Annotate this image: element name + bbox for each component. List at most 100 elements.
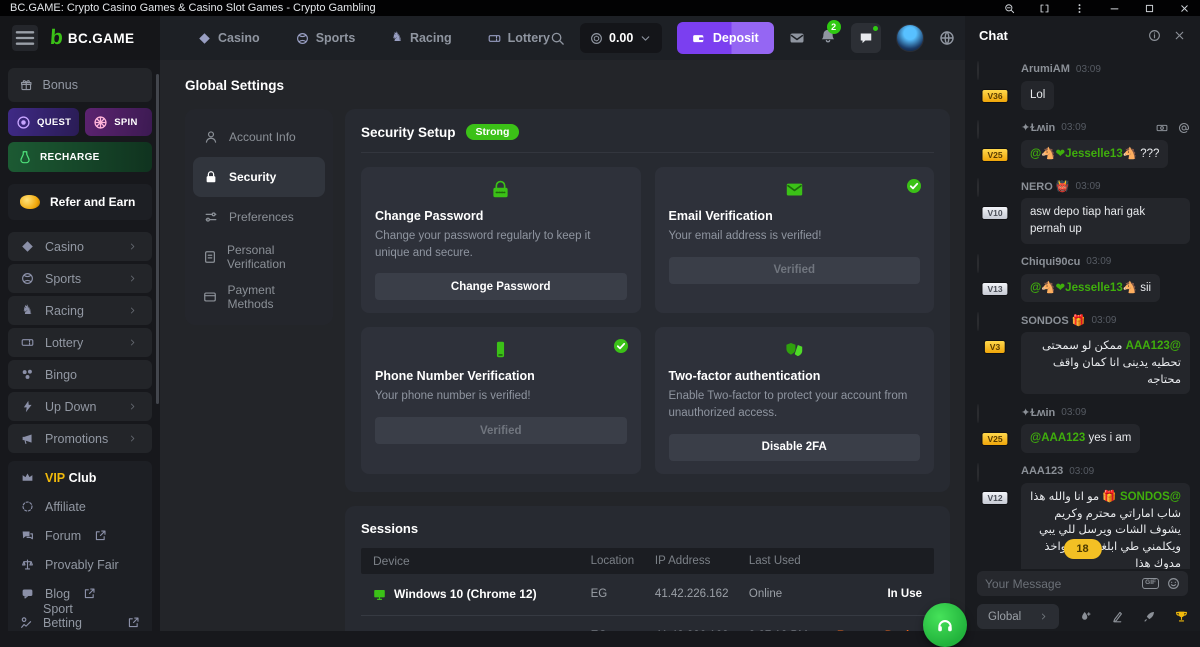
chat-channel-selector[interactable]: Global [977, 604, 1059, 629]
rain-tip-icon[interactable] [1079, 610, 1092, 623]
user-avatar[interactable] [896, 24, 924, 52]
sidebar-item-promotions[interactable]: Promotions [8, 424, 152, 453]
maximize-icon[interactable] [1144, 3, 1155, 14]
sidebar-item-up-down[interactable]: Up Down [8, 392, 152, 421]
sessions-panel: Sessions DeviceLocationIP AddressLast Us… [345, 506, 950, 631]
search-icon[interactable] [550, 31, 565, 46]
chat-username[interactable]: NERO 👹 [1021, 180, 1070, 193]
rocket-icon[interactable] [1143, 610, 1156, 623]
avatar[interactable] [977, 254, 979, 273]
card-action-button[interactable]: Change Password [375, 273, 627, 300]
close-window-icon[interactable] [1179, 3, 1190, 14]
quest-button[interactable]: QUEST [8, 108, 79, 136]
sidebar-item-refer-and-earn[interactable]: Refer and Earn [8, 184, 152, 220]
language-globe-icon[interactable] [939, 30, 955, 46]
bcgame-logo[interactable]: b BC.GAME [50, 26, 134, 50]
sports-icon [20, 272, 35, 285]
nav-link-sports[interactable]: Sports [296, 31, 356, 45]
gif-icon[interactable]: GIF [1142, 578, 1159, 589]
chat-username[interactable]: Chiqui90cu [1021, 256, 1080, 268]
card-title: Email Verification [669, 209, 921, 223]
sidebar-item-club[interactable]: VIP Club [8, 463, 152, 492]
sidebar-scrollbar[interactable] [156, 74, 159, 404]
chat-mention[interactable]: @🐴❤Jesselle13🐴 [1030, 282, 1137, 294]
headset-icon [936, 616, 954, 634]
chat-mention[interactable]: @AAA123 [1030, 432, 1085, 444]
sidebar-item-bingo[interactable]: Bingo [8, 360, 152, 389]
notifications-bell[interactable]: 2 [820, 28, 836, 49]
minimize-icon[interactable] [1109, 3, 1120, 14]
chat-input-box[interactable]: GIF [977, 571, 1188, 596]
security-setup-title: Security Setup [361, 125, 456, 140]
sidebar-item-sport-betting-insig-[interactable]: Sport Betting Insig... [8, 608, 152, 631]
avatar[interactable] [977, 312, 979, 331]
avatar[interactable] [977, 404, 979, 423]
chat-username[interactable]: ✦Ɫʍin [1021, 406, 1055, 419]
recharge-button[interactable]: RECHARGE [8, 142, 152, 172]
card-action-button[interactable]: Verified [375, 417, 627, 444]
sidebar-item-affiliate[interactable]: Affiliate [8, 492, 152, 521]
document-icon [203, 250, 217, 264]
settings-tab-account-info[interactable]: Account Info [193, 117, 325, 157]
sidebar-item-label: Provably Fair [45, 558, 119, 572]
chat-message: V25 ✦Ɫʍin 03:09 @🐴❤Jesselle13🐴 ??? [977, 121, 1190, 169]
close-chat-icon[interactable] [1173, 29, 1186, 42]
chat-mention[interactable]: @🐴❤Jesselle13🐴 [1030, 148, 1137, 160]
rules-icon[interactable] [1111, 610, 1124, 623]
sidebar-item-casino[interactable]: Casino [8, 232, 152, 261]
info-icon[interactable] [1148, 29, 1161, 42]
chat-username[interactable]: ✦Ɫʍin [1021, 121, 1055, 134]
chat-bottom-bar: Global [977, 604, 1188, 629]
chat-username[interactable]: SONDOS 🎁 [1021, 314, 1085, 327]
nav-link-lottery[interactable]: Lottery [488, 31, 550, 45]
external-link-icon [127, 616, 140, 629]
sidebar-item-lottery[interactable]: Lottery [8, 328, 152, 357]
trophy-icon[interactable] [1175, 610, 1188, 623]
deposit-button[interactable]: Deposit [677, 22, 773, 54]
nav-link-racing[interactable]: ♞Racing [391, 31, 451, 45]
sidebar-item-bonus[interactable]: Bonus [8, 68, 152, 102]
channel-label: Global [988, 611, 1021, 623]
sidebar-item-forum[interactable]: Forum [8, 521, 152, 550]
payment-icon [203, 290, 217, 304]
settings-tab-personal-verification[interactable]: Personal Verification [193, 237, 325, 277]
settings-tab-payment-methods[interactable]: Payment Methods [193, 277, 325, 317]
avatar[interactable] [977, 61, 979, 80]
zoom-out-icon[interactable] [1004, 3, 1015, 14]
gift-icon [20, 79, 33, 92]
forum-icon [20, 529, 35, 542]
avatar[interactable] [977, 120, 979, 139]
nav-link-casino[interactable]: Casino [198, 31, 260, 45]
vip-level-badge: V12 [981, 491, 1008, 505]
sidebar-item-provably-fair[interactable]: Provably Fair [8, 550, 152, 579]
avatar[interactable] [977, 463, 979, 482]
card-description: Change your password regularly to keep i… [375, 228, 627, 261]
settings-tab-preferences[interactable]: Preferences [193, 197, 325, 237]
kebab-icon[interactable] [1074, 3, 1085, 14]
balance-selector[interactable]: 0.00 [580, 23, 662, 53]
emoji-icon[interactable] [1167, 577, 1180, 590]
brackets-icon[interactable] [1039, 3, 1050, 14]
mail-icon[interactable] [789, 30, 805, 46]
settings-tab-security[interactable]: Security [193, 157, 325, 197]
logo-text: BC.GAME [68, 31, 135, 46]
sidebar-item-sports[interactable]: Sports [8, 264, 152, 293]
chat-toggle-button[interactable] [851, 23, 881, 53]
hamburger-menu-button[interactable] [12, 25, 38, 51]
sidebar-item-label: Sports [45, 272, 81, 286]
spin-button[interactable]: SPIN [85, 108, 152, 136]
chat-username[interactable]: AAA123 [1021, 465, 1063, 477]
chat-message-input[interactable] [985, 577, 1134, 591]
sidebar-item-racing[interactable]: ♞Racing [8, 296, 152, 325]
chat-message: V36 ArumiAM 03:09 Lol [977, 62, 1190, 110]
unread-messages-pill[interactable]: 18 [1063, 539, 1101, 559]
card-action-button[interactable]: Disable 2FA [669, 434, 921, 461]
avatar-wrap: V10 [977, 179, 1013, 223]
avatar[interactable] [977, 178, 979, 197]
chat-text: asw depo tiap hari gak pernah up [1030, 206, 1145, 235]
card-action-button[interactable]: Verified [669, 257, 921, 284]
chat-mention[interactable]: @SONDOS 🎁 [1102, 491, 1181, 503]
support-button[interactable] [923, 603, 967, 647]
chat-mention[interactable]: @AAA123 [1126, 340, 1181, 352]
chat-username[interactable]: ArumiAM [1021, 63, 1070, 75]
